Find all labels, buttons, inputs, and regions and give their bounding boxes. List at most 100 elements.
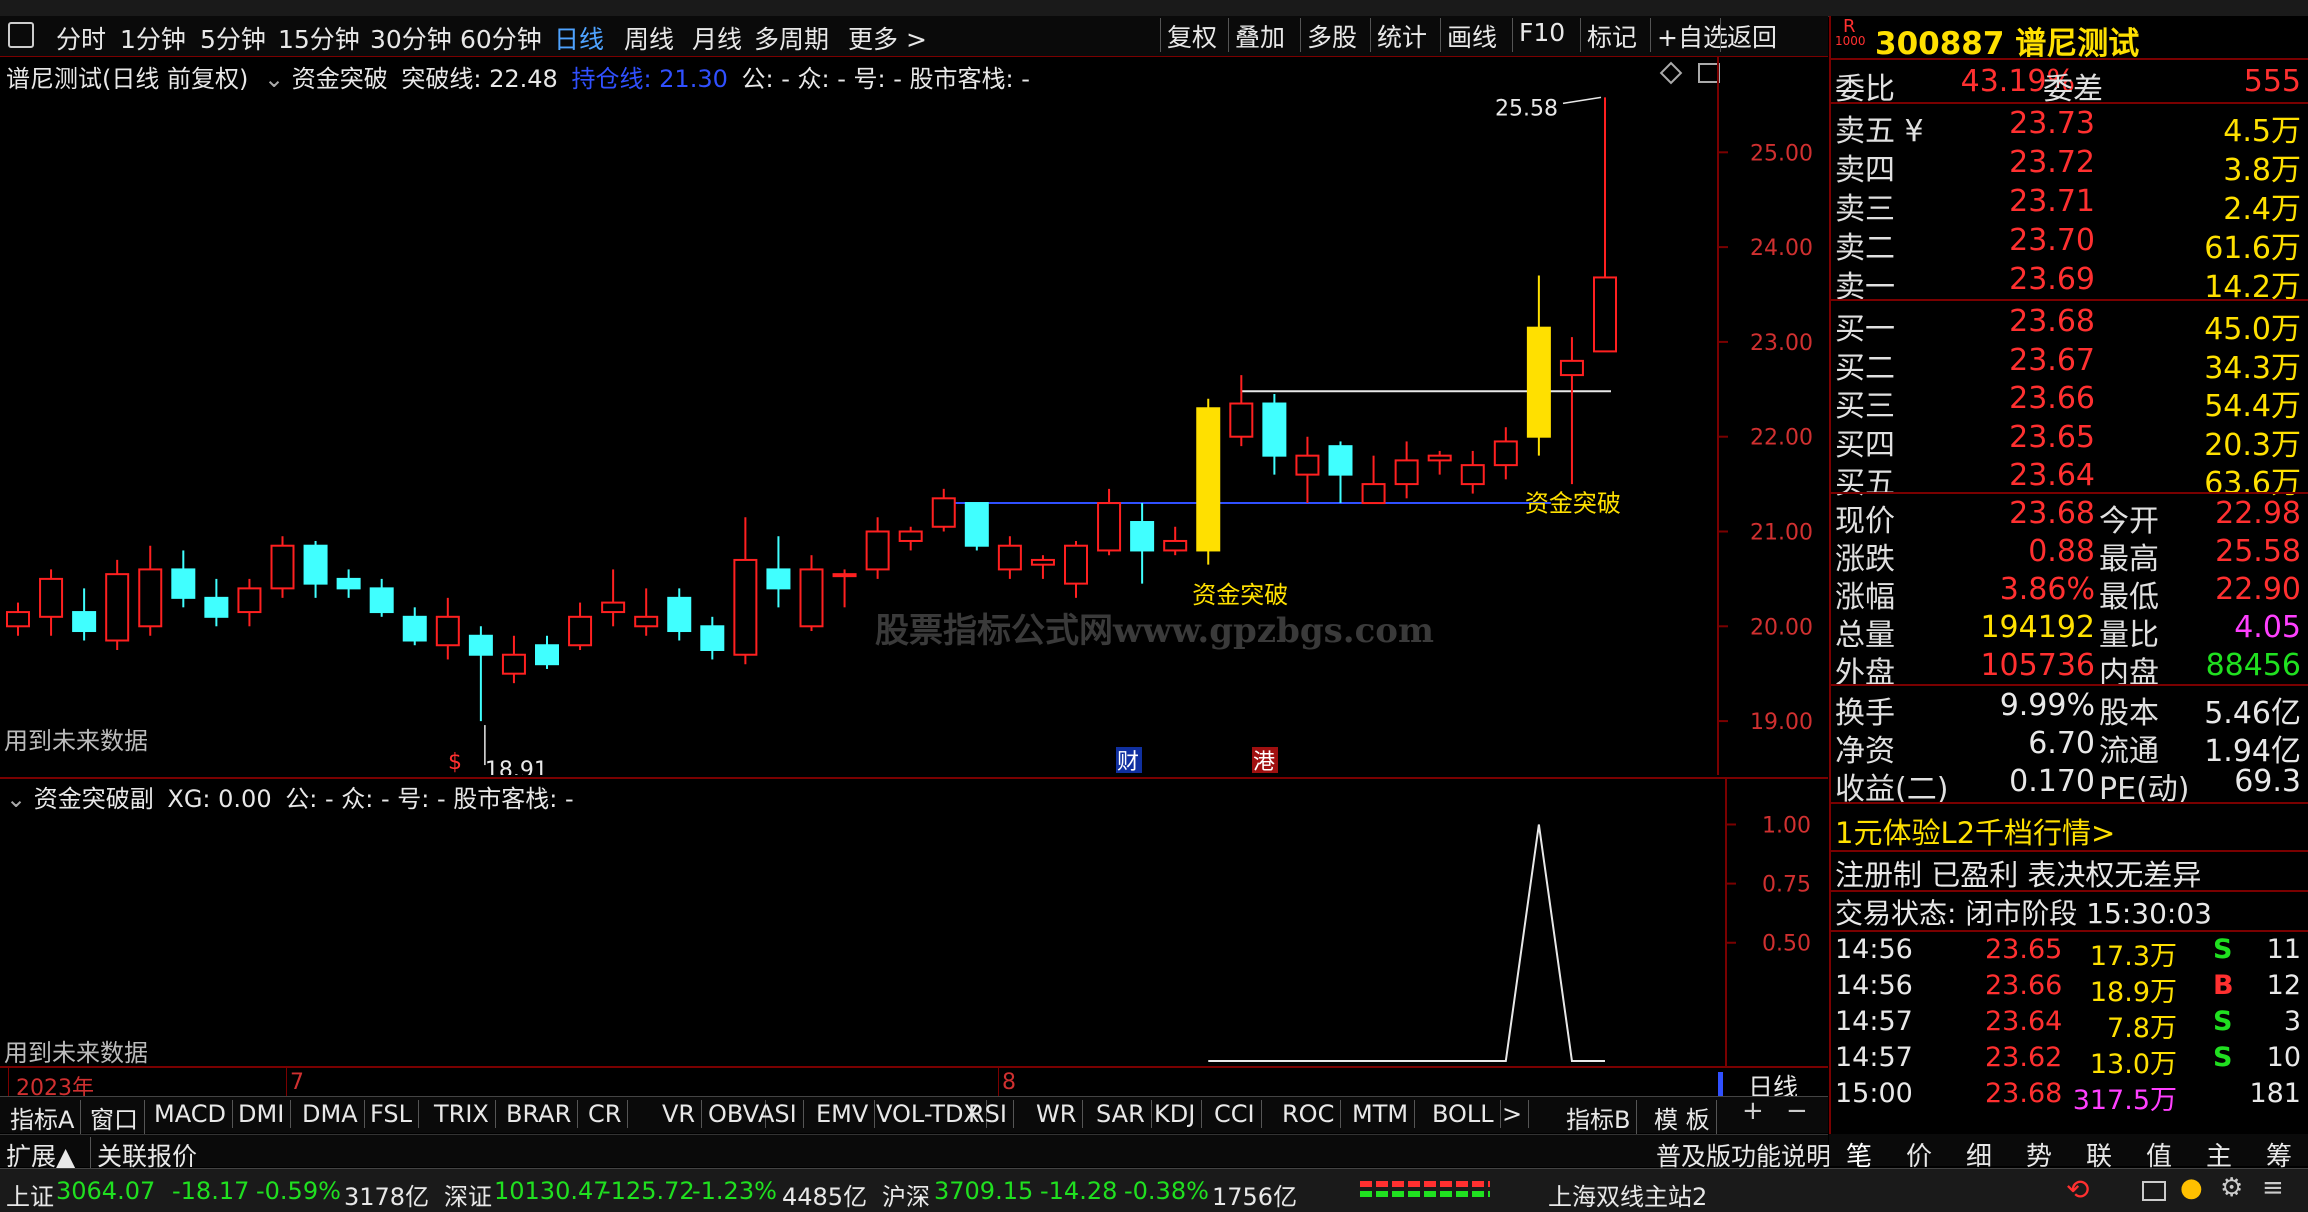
period-0[interactable]: 分时 [56,20,106,56]
sell-level-1[interactable]: 卖一 23.69 14.2万 [1835,262,2305,305]
screen-icon[interactable] [2142,1181,2166,1201]
indicator-tab-8[interactable]: CR [582,1100,629,1128]
indicator-tab-0[interactable]: 指标A [4,1100,82,1135]
indicator-tab-17[interactable]: KDJ [1148,1100,1203,1128]
sell-level-4[interactable]: 卖四 23.72 3.8万 [1835,145,2305,188]
indicator-tab-22[interactable]: > [1496,1100,1530,1128]
candle[interactable] [1196,398,1221,565]
tool-2[interactable]: 多股 [1300,18,1363,52]
indicator-tab-2[interactable]: MACD [148,1100,233,1128]
period-1[interactable]: 1分钟 [120,20,186,56]
candle[interactable] [501,635,526,684]
candle[interactable] [535,635,559,669]
indicator-tab-19[interactable]: ROC [1276,1100,1342,1128]
candle[interactable] [700,616,725,660]
candle[interactable] [865,517,890,579]
candle[interactable] [766,536,791,608]
tool-6[interactable]: 标记 [1580,18,1643,52]
candle[interactable] [1427,450,1452,475]
indicator-tab-6[interactable]: TRIX [428,1100,496,1128]
main-chart-panel[interactable]: 谱尼测试(日线 前复权) ⌄ 资金突破 突破线: 22.48 持仓线: 21.3… [0,57,1828,775]
sell-level-3[interactable]: 卖三 23.71 2.4万 [1835,184,2305,227]
tool-8[interactable]: 返回 [1720,18,1783,52]
candle[interactable] [997,536,1022,579]
candle[interactable] [1460,450,1485,494]
gear-icon[interactable]: ⚙ [2220,1173,2243,1203]
sub-chart-panel[interactable]: ⌄ 资金突破副 XG: 0.00 公: - 众: - 号: - 股市客栈: - … [0,777,1828,1067]
candle[interactable] [634,588,659,636]
candle[interactable] [1097,488,1122,556]
template-button[interactable]: 模 板 [1648,1100,1717,1135]
indicator-tab-21[interactable]: BOLL [1426,1100,1501,1128]
tool-3[interactable]: 统计 [1370,18,1433,52]
buy-level-5[interactable]: 买五 23.64 63.6万 [1835,458,2305,501]
tool-1[interactable]: 叠加 [1228,18,1291,52]
candle[interactable] [303,540,328,598]
stock-code-name[interactable]: 300887 谱尼测试 [1875,18,2139,63]
candle[interactable] [72,588,97,641]
candle[interactable] [733,517,758,665]
finance-marker[interactable]: 财 [1117,750,1139,775]
refresh-icon[interactable]: ⟲ [2066,1173,2089,1206]
buy-level-2[interactable]: 买二 23.67 34.3万 [1835,343,2305,386]
buy-level-1[interactable]: 买一 23.68 45.0万 [1835,304,2305,347]
candle[interactable] [204,578,229,627]
indicator-tab-20[interactable]: MTM [1346,1100,1416,1128]
period-9[interactable]: 多周期 [754,20,829,56]
candle[interactable] [369,578,394,617]
indicator-tab-15[interactable]: WR [1030,1100,1084,1128]
indicator-b-button[interactable]: 指标B [1560,1100,1638,1135]
indicator-tab-7[interactable]: BRAR [500,1100,579,1128]
dividend-marker[interactable]: $ [448,750,462,775]
candlestick-chart[interactable]: 25.00 24.00 23.00 22.00 21.00 20.00 19.00 股票指标公… [0,57,1828,775]
candle[interactable] [667,588,692,641]
zoom-out-button[interactable]: − [1786,1096,1808,1126]
server-name[interactable]: 上海双线主站2 [1548,1177,1707,1212]
sell-level-2[interactable]: 卖二 23.70 61.6万 [1835,223,2305,266]
candle[interactable] [336,569,361,598]
candle[interactable] [237,578,262,627]
sh-label[interactable]: 上证 [6,1177,54,1212]
zoom-in-button[interactable]: + [1742,1096,1764,1126]
period-3[interactable]: 15分钟 [278,20,360,56]
indicator-tab-9[interactable]: VR [656,1100,703,1128]
candle[interactable] [799,555,824,632]
candle[interactable] [964,502,989,551]
candle[interactable] [832,569,857,608]
hk-marker[interactable]: 港 [1253,750,1275,775]
indicator-tab-4[interactable]: DMA [296,1100,365,1128]
indicator-tab-16[interactable]: SAR [1090,1100,1152,1128]
candle[interactable] [105,559,130,650]
candle[interactable] [1394,441,1419,499]
indicator-tab-1[interactable]: 窗口 [84,1100,145,1135]
candle[interactable] [171,550,196,608]
layout-toggle-icon[interactable] [8,22,34,48]
coin-icon[interactable]: ● [2180,1173,2203,1203]
indicator-tab-3[interactable]: DMI [232,1100,292,1128]
candle[interactable] [1295,436,1320,504]
candle[interactable] [270,536,295,598]
candle[interactable] [898,526,923,551]
indicator-tab-12[interactable]: EMV [810,1100,876,1128]
period-5[interactable]: 60分钟 [460,20,542,56]
l2-promo-link[interactable]: 1元体验L2千档行情> [1835,810,2115,852]
tool-5[interactable]: F10 [1512,18,1571,52]
sz-label[interactable]: 深证 [444,1177,492,1212]
period-4[interactable]: 30分钟 [370,20,452,56]
tool-0[interactable]: 复权 [1160,18,1223,52]
candle[interactable] [1262,394,1287,475]
buy-level-4[interactable]: 买四 23.65 20.3万 [1835,420,2305,463]
candle[interactable] [435,597,460,660]
candle[interactable] [1030,555,1055,579]
candle[interactable] [468,626,493,722]
candle[interactable] [931,488,956,532]
period-10[interactable]: 更多 > [848,20,927,56]
candle[interactable] [138,545,163,636]
indicator-tab-11[interactable]: ASI [752,1100,804,1128]
candle[interactable] [1361,455,1386,505]
candle[interactable] [1130,503,1155,584]
candle[interactable] [1593,97,1617,353]
market-breadth-icon[interactable] [1330,1179,1530,1201]
scroll-marker[interactable] [1718,1072,1723,1096]
candle[interactable] [1163,526,1188,556]
